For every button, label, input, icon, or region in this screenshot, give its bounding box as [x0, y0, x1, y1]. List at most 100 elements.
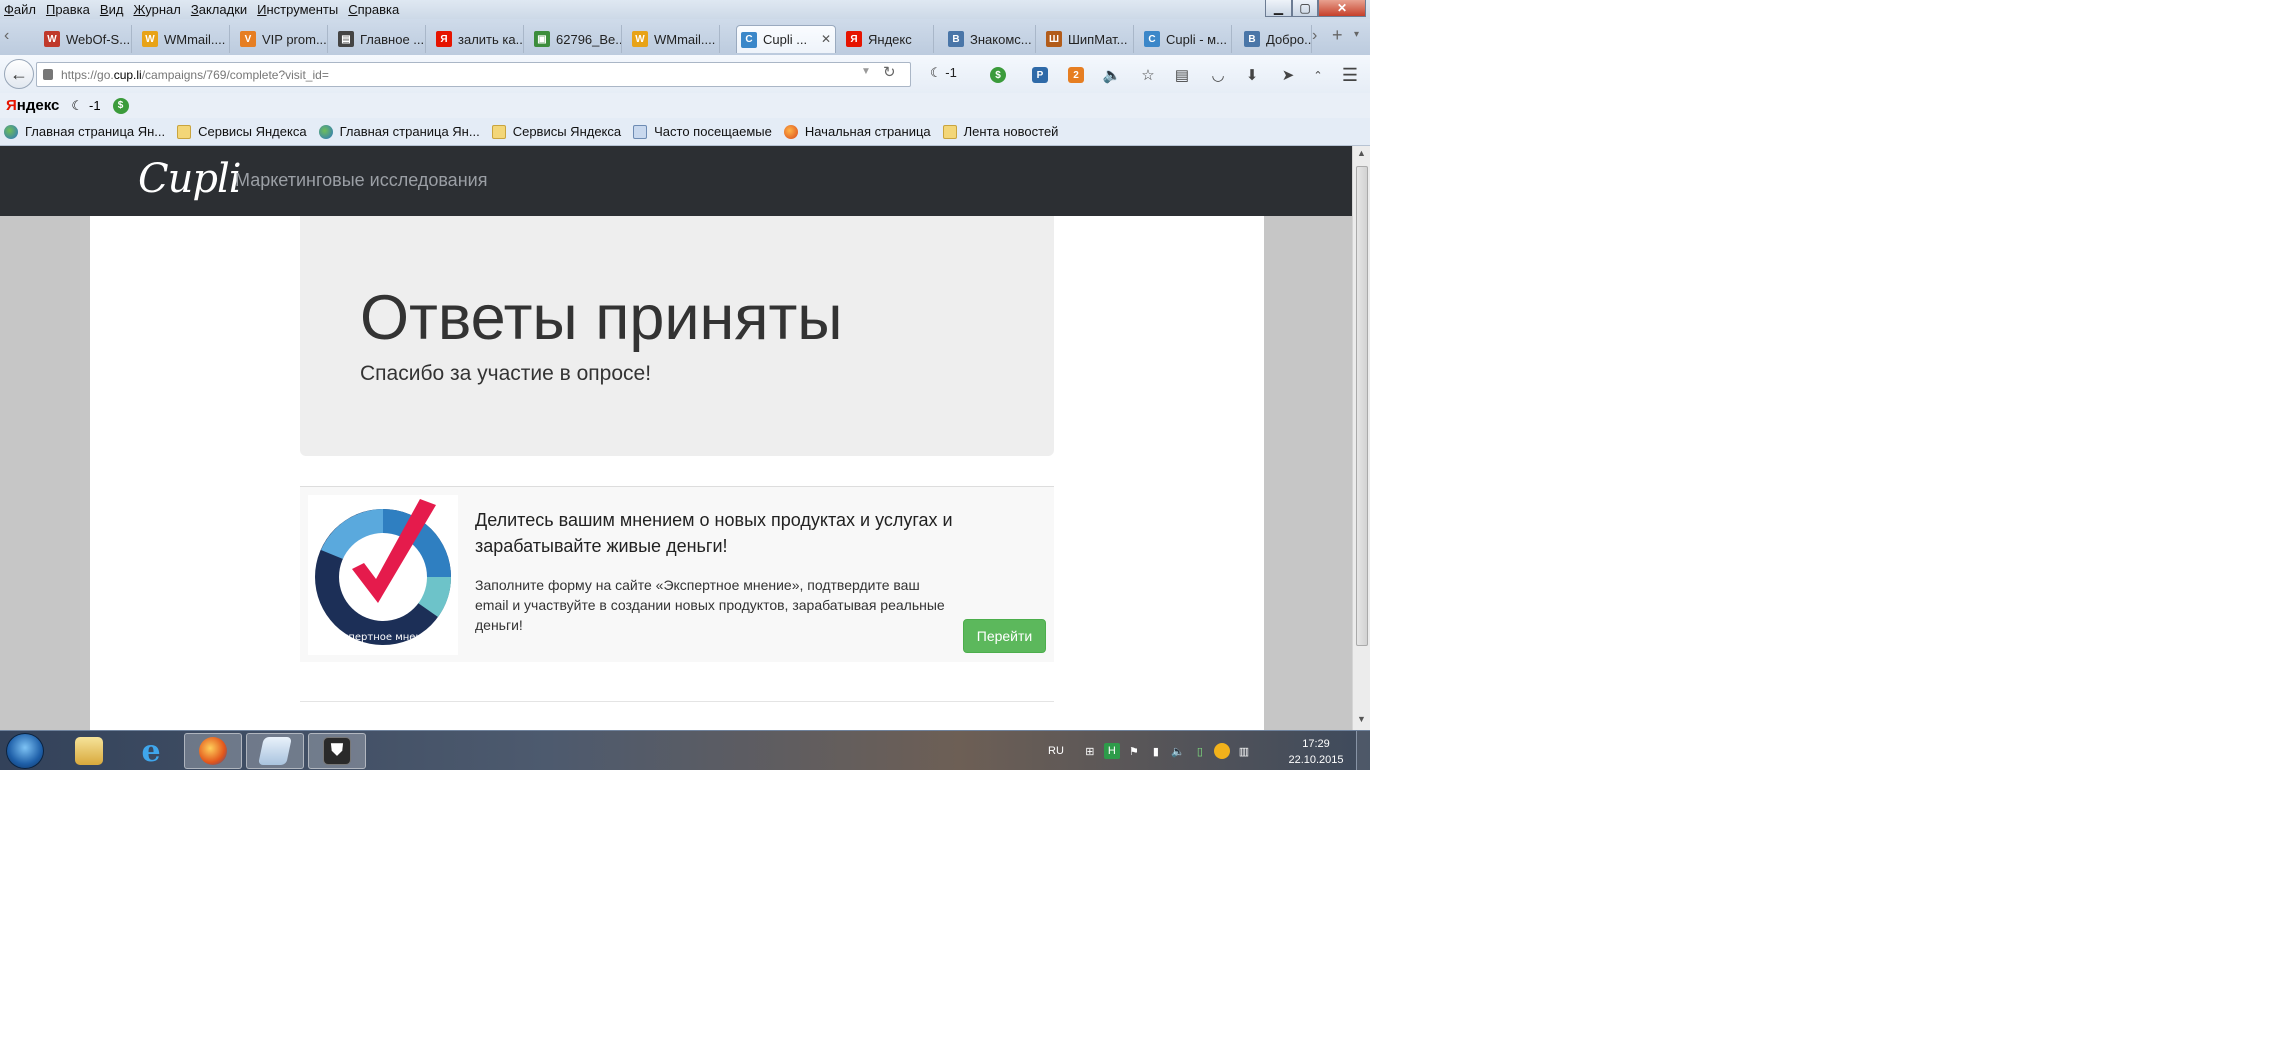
extension-icon[interactable]: 2: [1066, 65, 1086, 85]
taskbar-firefox[interactable]: [184, 733, 242, 769]
tab-wmmail-2[interactable]: W WMmail....: [628, 25, 720, 53]
bookmark-news-feed[interactable]: Лента новостей: [942, 124, 1059, 139]
url-history-dropdown-icon[interactable]: ▼: [861, 66, 871, 77]
tab-list-icon[interactable]: ▾: [1354, 29, 1359, 40]
yandex-logo[interactable]: Яндекс: [6, 97, 59, 114]
tray-flag-icon[interactable]: ⚑: [1126, 743, 1142, 759]
tab-bar: ‹ W WebOf-S... W WMmail.... V VIP prom... ▤…: [0, 19, 1370, 55]
tab-label: WMmail....: [164, 31, 226, 47]
go-button[interactable]: Перейти: [963, 619, 1046, 653]
menu-file[interactable]: Файл: [4, 2, 36, 17]
menu-help[interactable]: Справка: [348, 2, 399, 17]
battery-icon[interactable]: ▯: [1192, 743, 1208, 759]
bookmark-yandex-home-2[interactable]: Главная страница Ян...: [318, 124, 480, 139]
volume-icon[interactable]: 🔈: [1170, 743, 1186, 759]
tab-cupli-2[interactable]: C Cupli - м...: [1140, 25, 1232, 53]
tab-favicon-icon: Ш: [1046, 31, 1062, 47]
tab-yandex[interactable]: Я Яндекс: [842, 25, 934, 53]
show-desktop-button[interactable]: [1356, 731, 1370, 770]
bookmark-most-visited[interactable]: Часто посещаемые: [633, 124, 772, 139]
site-navbar: Cupli Маркетинговые исследования: [0, 146, 1352, 216]
send-icon[interactable]: ➤: [1278, 65, 1298, 85]
taskbar-world-of-tanks[interactable]: ⛊: [308, 733, 366, 769]
overflow-chevron-icon[interactable]: ⌃: [1308, 65, 1328, 85]
windows-flag-icon[interactable]: ⊞: [1082, 743, 1098, 759]
folder-icon: [75, 737, 103, 765]
pocket-icon[interactable]: ◡: [1208, 65, 1228, 85]
webmoney-icon[interactable]: P: [1030, 65, 1050, 85]
start-button[interactable]: [6, 733, 44, 769]
maximize-button[interactable]: ▢: [1292, 0, 1318, 17]
tab-label: Добро...: [1266, 31, 1312, 47]
minimize-button[interactable]: ▁: [1265, 0, 1292, 17]
page-title: Ответы приняты: [360, 283, 843, 353]
tab-vip-promo[interactable]: V VIP prom...: [236, 25, 328, 53]
yandex-weather[interactable]: -1: [89, 98, 101, 113]
tab-wmmail-1[interactable]: W WMmail....: [138, 25, 230, 53]
vertical-scrollbar[interactable]: ▲ ▼: [1352, 146, 1370, 730]
tab-label: WebOf-S...: [66, 31, 131, 47]
hamburger-menu-icon[interactable]: ☰: [1340, 65, 1360, 85]
menu-tools[interactable]: Инструменты: [257, 2, 338, 17]
clipboard-icon[interactable]: ▤: [1172, 65, 1192, 85]
tab-shipmat[interactable]: Ш ШипМат...: [1042, 25, 1134, 53]
scroll-down-icon[interactable]: ▼: [1357, 714, 1366, 724]
weather-widget[interactable]: ☾ -1: [930, 65, 957, 81]
bookmark-yandex-services-2[interactable]: Сервисы Яндекса: [491, 124, 621, 139]
back-button[interactable]: ←: [4, 59, 34, 89]
tab-znakomstva[interactable]: В Знакомс...: [944, 25, 1036, 53]
tab-label: залить ка...: [458, 31, 524, 47]
lock-icon: [43, 69, 53, 80]
menu-history[interactable]: Журнал: [133, 2, 180, 17]
bookmark-label: Часто посещаемые: [654, 124, 772, 139]
taskbar-ie[interactable]: e: [122, 733, 180, 769]
tab-62796[interactable]: ▣ 62796_Be...: [530, 25, 622, 53]
moon-icon: ☾: [930, 65, 942, 80]
clock[interactable]: 17:29 22.10.2015: [1285, 736, 1347, 768]
new-tab-icon[interactable]: +: [1332, 25, 1343, 46]
taskbar-explorer[interactable]: [60, 733, 118, 769]
url-prefix: https://go.: [61, 67, 114, 82]
download-icon[interactable]: ⬇: [1242, 65, 1262, 85]
nav-link-marketing-research[interactable]: Маркетинговые исследования: [235, 170, 487, 191]
tray-coin-icon[interactable]: [1213, 743, 1230, 759]
yandex-money-icon[interactable]: $: [112, 97, 129, 114]
tab-scroll-left-icon[interactable]: ‹: [4, 27, 9, 45]
bookmark-star-icon[interactable]: ☆: [1138, 65, 1158, 85]
bookmark-label: Лента новостей: [963, 124, 1059, 139]
tab-favicon-icon: W: [632, 31, 648, 47]
language-indicator[interactable]: RU: [1048, 745, 1064, 757]
taskbar-app[interactable]: [246, 733, 304, 769]
tab-glavnoe[interactable]: ▤ Главное ...: [334, 25, 426, 53]
yandex-mail-icon[interactable]: $: [988, 65, 1008, 85]
tab-cupli-active[interactable]: C Cupli ... ✕: [736, 25, 836, 53]
scroll-up-icon[interactable]: ▲: [1357, 148, 1366, 158]
tab-scroll-right-icon[interactable]: ›: [1312, 27, 1317, 45]
bookmark-yandex-home-1[interactable]: Главная страница Ян...: [4, 124, 165, 139]
bookmark-start-page[interactable]: Начальная страница: [783, 124, 931, 139]
tab-close-icon[interactable]: ✕: [821, 32, 831, 46]
tab-favicon-icon: W: [142, 31, 158, 47]
menu-bookmarks[interactable]: Закладки: [191, 2, 247, 17]
address-bar[interactable]: https://go. cup.li/campaigns/769/complete…: [36, 62, 911, 87]
tab-label: Яндекс: [868, 31, 912, 47]
tray-app-icon[interactable]: H: [1103, 743, 1120, 759]
tab-webof[interactable]: W WebOf-S...: [40, 25, 132, 53]
scroll-thumb[interactable]: [1356, 166, 1368, 646]
tab-favicon-icon: Я: [846, 31, 862, 47]
expert-opinion-logo[interactable]: экспертное мнение: [308, 495, 458, 655]
reload-icon[interactable]: ↻: [883, 63, 896, 81]
menu-edit[interactable]: Правка: [46, 2, 90, 17]
network-icon[interactable]: ▮: [1148, 743, 1164, 759]
tab-zalit[interactable]: Язалить ка...: [432, 25, 524, 53]
speaker-icon[interactable]: 🔈: [1102, 65, 1122, 85]
tab-favicon-icon: W: [44, 31, 60, 47]
tab-dobro[interactable]: В Добро...: [1240, 25, 1312, 53]
tab-favicon-icon: C: [1144, 31, 1160, 47]
tab-label: ШипМат...: [1068, 31, 1128, 47]
close-window-button[interactable]: ✕: [1318, 0, 1366, 17]
bookmark-yandex-services-1[interactable]: Сервисы Яндекса: [177, 124, 307, 139]
usb-icon[interactable]: ▥: [1236, 743, 1252, 759]
site-logo[interactable]: Cupli: [138, 156, 242, 202]
menu-view[interactable]: Вид: [100, 2, 124, 17]
